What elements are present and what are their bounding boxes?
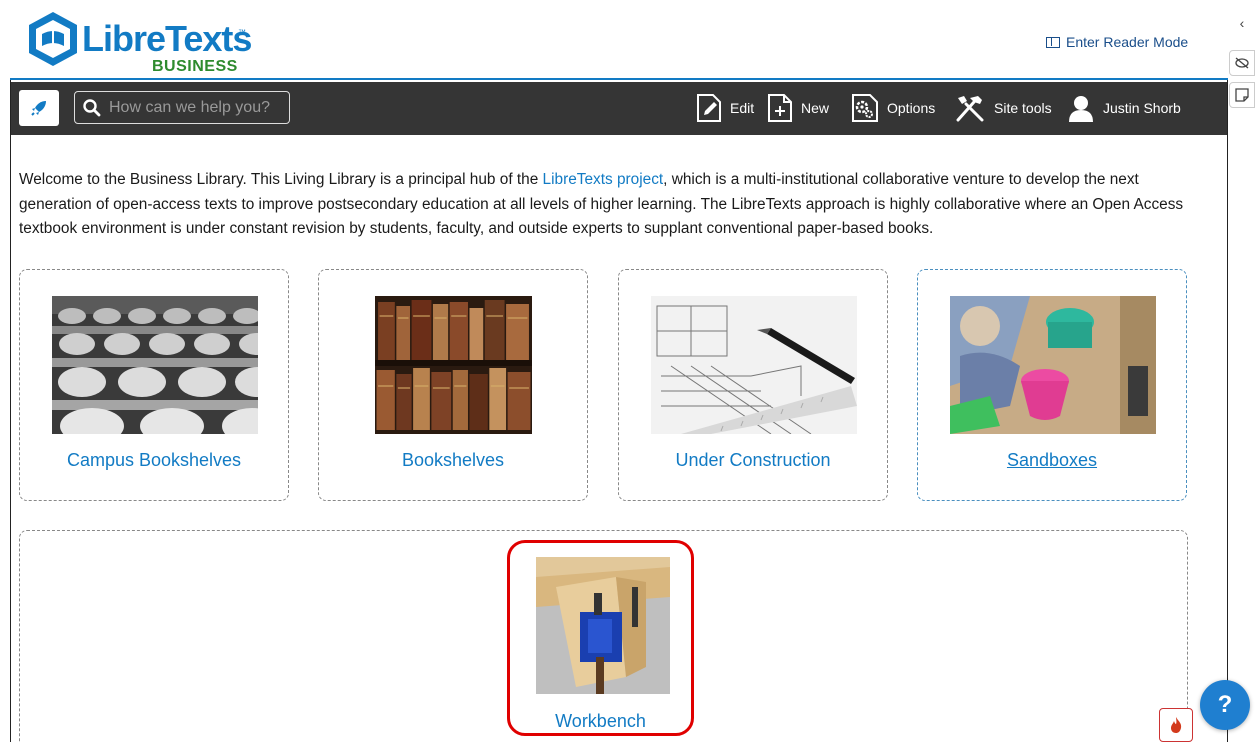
intro-text-before: Welcome to the Business Library. This Li… — [19, 171, 543, 188]
workbench-link[interactable]: Workbench — [507, 711, 694, 732]
intro-paragraph: Welcome to the Business Library. This Li… — [19, 168, 1189, 242]
book-icon — [1046, 36, 1060, 48]
enter-reader-mode-link[interactable]: Enter Reader Mode — [1046, 34, 1188, 50]
card-under-construction[interactable]: Under Construction — [618, 269, 888, 501]
note-icon — [1235, 88, 1249, 102]
libretexts-project-link[interactable]: LibreTexts project — [543, 171, 664, 188]
edit-label: Edit — [730, 100, 755, 116]
help-button[interactable]: ? — [1200, 680, 1250, 730]
hide-button[interactable] — [1229, 50, 1255, 76]
main-toolbar: Edit New Options Site tools J — [11, 82, 1227, 135]
fire-button[interactable] — [1159, 708, 1193, 742]
user-name: Justin Shorb — [1103, 100, 1181, 116]
sandbox-toys-image — [950, 296, 1156, 434]
new-button[interactable]: New — [767, 92, 829, 124]
options-button[interactable]: Options — [851, 92, 935, 124]
user-menu-button[interactable]: Justin Shorb — [1067, 92, 1181, 124]
site-header: LibreTexts ™ BUSINESS Enter Reader Mode — [10, 0, 1228, 80]
logo-subtitle: BUSINESS — [152, 58, 238, 75]
search-input[interactable] — [109, 98, 279, 117]
workbench-highlight-outline — [507, 540, 694, 736]
lecture-hall-image — [52, 296, 258, 434]
libretexts-logo[interactable]: LibreTexts ™ BUSINESS — [26, 10, 252, 76]
site-tools-button[interactable]: Site tools — [954, 92, 1052, 124]
logo-text: LibreTexts — [82, 18, 252, 59]
card-label: Sandboxes — [1006, 450, 1098, 470]
user-icon — [1069, 96, 1093, 122]
fire-icon — [1171, 717, 1182, 733]
site-tools-label: Site tools — [994, 100, 1052, 116]
card-sandboxes[interactable]: Sandboxes — [917, 269, 1187, 501]
reader-mode-label: Enter Reader Mode — [1066, 34, 1189, 50]
rocket-icon — [31, 101, 46, 116]
options-gear-icon — [852, 94, 878, 122]
search-box[interactable] — [74, 91, 290, 124]
chevron-left-icon: ‹ — [1239, 15, 1245, 31]
logo-mark-icon — [29, 12, 77, 66]
rocket-button[interactable] — [19, 90, 59, 126]
card-label: Under Construction — [675, 450, 831, 470]
collapse-chevron-button[interactable]: ‹ — [1229, 10, 1255, 36]
annotation-button[interactable] — [1229, 82, 1255, 108]
new-page-icon — [768, 94, 792, 122]
card-bookshelves[interactable]: Bookshelves — [318, 269, 588, 501]
eye-slash-icon — [1235, 57, 1249, 69]
old-books-image — [375, 296, 532, 434]
side-panel-tabs: ‹ — [1228, 0, 1256, 742]
options-label: Options — [887, 100, 936, 116]
edit-button[interactable]: Edit — [696, 92, 754, 124]
tools-icon — [956, 96, 984, 122]
card-campus-bookshelves[interactable]: Campus Bookshelves — [19, 269, 289, 501]
logo-trademark: ™ — [238, 28, 246, 37]
blueprint-pen-image — [651, 296, 857, 434]
search-icon — [83, 98, 101, 116]
new-label: New — [801, 100, 830, 116]
card-label: Campus Bookshelves — [66, 450, 242, 470]
edit-icon — [697, 94, 721, 122]
card-label: Bookshelves — [401, 450, 505, 470]
